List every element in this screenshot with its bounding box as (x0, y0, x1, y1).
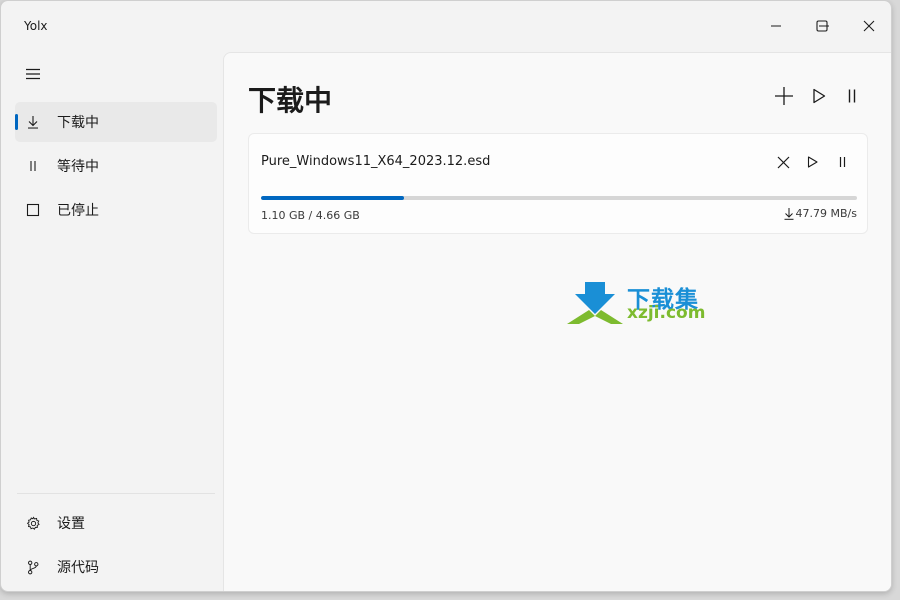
resume-download-button[interactable] (800, 151, 824, 173)
resume-all-button[interactable] (804, 81, 834, 111)
sidebar-item-label: 已停止 (57, 203, 99, 219)
square-icon (24, 201, 42, 219)
minimize-button-area[interactable] (753, 9, 799, 43)
download-speed: 47.79 MB/s (784, 207, 857, 220)
sidebar-item-settings[interactable]: 设置 (15, 503, 217, 543)
content-panel: 下载中 Pure_Windows11_X64_2023.12.esd 1.10 … (223, 52, 891, 591)
sidebar-item-waiting[interactable]: 等待中 (15, 146, 217, 186)
watermark-arrow-icon (567, 282, 623, 324)
sidebar-divider (17, 493, 215, 494)
minimize-icon (771, 25, 781, 27)
cancel-download-button[interactable] (771, 151, 795, 173)
download-arrow-icon (784, 208, 794, 220)
watermark-logo: 下载集 xzji.com (567, 280, 717, 326)
sidebar-item-source-code[interactable]: 源代码 (15, 547, 217, 587)
download-size-text: 1.10 GB / 4.66 GB (261, 209, 360, 222)
gear-icon (24, 514, 42, 532)
sidebar-item-label: 等待中 (57, 159, 99, 175)
download-icon (24, 113, 42, 131)
pause-icon (848, 89, 856, 103)
download-progress-fill (261, 196, 405, 200)
sidebar-item-label: 源代码 (57, 560, 99, 576)
maximize-icon (816, 20, 828, 32)
add-download-button[interactable] (769, 81, 799, 111)
close-icon (777, 156, 789, 168)
sidebar-item-label: 下载中 (57, 115, 99, 131)
title-bar[interactable]: Yolx (1, 1, 891, 49)
sidebar-item-downloading[interactable]: 下载中 (15, 102, 217, 142)
download-progress-bar (261, 196, 857, 200)
close-icon (863, 20, 875, 32)
sidebar-item-label: 设置 (57, 516, 85, 532)
app-window: Yolx 下载中 等待中 已停止 设置 源代码 下载中 Pure_Windows… (0, 0, 892, 592)
app-title: Yolx (24, 19, 48, 33)
selection-indicator (15, 114, 18, 130)
download-item-card[interactable]: Pure_Windows11_X64_2023.12.esd 1.10 GB /… (248, 133, 868, 234)
sidebar-item-stopped[interactable]: 已停止 (15, 190, 217, 230)
play-icon (807, 156, 818, 168)
maximize-button-area[interactable] (799, 9, 845, 43)
pause-all-button[interactable] (837, 81, 867, 111)
page-title: 下载中 (248, 84, 333, 117)
plus-icon (775, 87, 793, 105)
pause-icon (839, 157, 845, 167)
play-icon (813, 88, 826, 104)
hamburger-icon (26, 68, 40, 80)
git-branch-icon (24, 558, 42, 576)
pause-download-button[interactable] (830, 151, 854, 173)
pause-icon (24, 157, 42, 175)
watermark-en-text: xzji.com (627, 303, 706, 323)
menu-toggle-button[interactable] (19, 61, 47, 87)
download-speed-text: 47.79 MB/s (795, 207, 857, 220)
close-button[interactable] (846, 9, 891, 43)
download-file-name: Pure_Windows11_X64_2023.12.esd (261, 154, 491, 169)
